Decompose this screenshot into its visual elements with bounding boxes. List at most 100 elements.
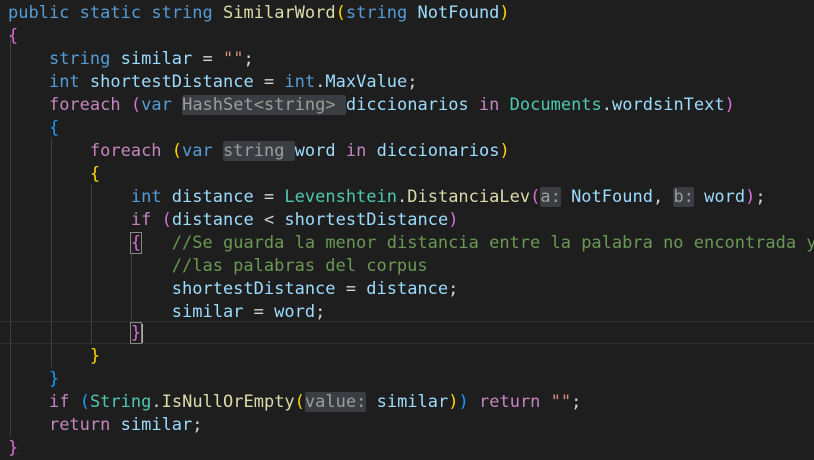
dot: . — [397, 187, 408, 207]
dot: . — [601, 95, 613, 115]
inlay-type-hint: string — [223, 141, 295, 161]
code-line-17[interactable]: } — [8, 368, 59, 391]
variable-name: similar — [120, 415, 193, 435]
code-line-2[interactable]: { — [8, 25, 18, 48]
operator: = — [335, 279, 367, 299]
keyword-in: in — [345, 141, 367, 161]
variable-name: word — [274, 302, 316, 322]
paren-close: ) — [448, 210, 459, 230]
comment: //Se guarda la menor distancia entre la … — [171, 233, 814, 253]
keyword-if: if — [48, 392, 70, 412]
type-keyword: string — [48, 49, 111, 69]
inlay-param-hint-a: a: — [540, 187, 561, 207]
keyword-string: string — [151, 3, 213, 23]
keyword-var: var — [182, 141, 213, 161]
string-literal: "" — [223, 49, 244, 69]
code-line-5[interactable]: foreach (var HashSet<string> diccionario… — [8, 94, 735, 117]
keyword-in: in — [478, 95, 500, 115]
member-name: wordsinText — [612, 95, 725, 115]
code-line-16[interactable]: } — [8, 345, 100, 368]
semicolon: ; — [243, 49, 254, 69]
keyword-foreach: foreach — [89, 141, 162, 161]
paren-close: ) — [745, 187, 756, 207]
code-line-9[interactable]: int distance = Levenshtein.DistanciaLev(… — [8, 186, 766, 209]
semicolon: ; — [448, 279, 459, 299]
variable-name: similar — [120, 49, 193, 69]
variable-name: word — [294, 141, 336, 161]
paren-open: ( — [79, 392, 90, 412]
brace-open: { — [89, 164, 101, 184]
paren-open: ( — [171, 141, 183, 161]
method-name: IsNullOrEmpty — [161, 392, 295, 412]
code-line-10[interactable]: if (distance < shortestDistance) — [8, 209, 459, 232]
code-line-7[interactable]: foreach (var string word in diccionarios… — [8, 140, 510, 163]
code-line-18[interactable]: if (String.IsNullOrEmpty(value: similar)… — [8, 391, 581, 414]
comment: //las palabras del corpus — [171, 256, 428, 276]
variable-name: distance — [171, 187, 254, 207]
brace-close: } — [48, 369, 60, 389]
operator: = — [253, 187, 285, 207]
dot: . — [315, 72, 326, 92]
paren-close: ) — [458, 392, 469, 412]
code-line-13[interactable]: shortestDistance = distance; — [8, 278, 459, 301]
paren-open: ( — [161, 210, 172, 230]
paren-open: ( — [335, 3, 346, 23]
brace-open: { — [8, 26, 19, 46]
variable-name: shortestDistance — [171, 279, 336, 299]
inlay-param-hint-b: b: — [673, 187, 694, 207]
brace-open: { — [48, 118, 60, 138]
code-line-14[interactable]: similar = word; — [8, 301, 326, 324]
comma: , — [652, 187, 674, 207]
keyword-foreach: foreach — [48, 95, 121, 115]
operator: = — [243, 302, 275, 322]
operator: = — [253, 72, 285, 92]
code-line-11[interactable]: { //Se guarda la menor distancia entre l… — [8, 232, 814, 255]
code-line-8[interactable]: { — [8, 163, 100, 186]
code-line-1[interactable]: public static string SimilarWord(string … — [8, 2, 510, 25]
code-line-12[interactable]: //las palabras del corpus — [8, 255, 428, 278]
paren-open: ( — [530, 187, 541, 207]
type-keyword: int — [130, 187, 162, 207]
class-name: Levenshtein — [284, 187, 397, 207]
keyword-return: return — [48, 415, 111, 435]
code-line-20[interactable]: } — [8, 437, 18, 460]
variable-name: distance — [171, 210, 254, 230]
variable-name: distance — [366, 279, 449, 299]
type-keyword: int — [284, 72, 316, 92]
member-name: MaxValue — [325, 72, 408, 92]
keyword-if: if — [130, 210, 152, 230]
argument: similar — [376, 392, 449, 412]
inlay-type-hint: HashSet<string> — [182, 95, 346, 115]
code-line-3[interactable]: string similar = ""; — [8, 48, 254, 71]
code-line-6[interactable]: { — [8, 117, 59, 140]
paren-close: ) — [499, 141, 510, 161]
method-name: SimilarWord — [223, 3, 336, 23]
semicolon: ; — [407, 72, 418, 92]
method-name: DistanciaLev — [407, 187, 531, 207]
param-name: NotFound — [417, 3, 500, 23]
paren-close: ) — [724, 95, 735, 115]
operator: < — [253, 210, 285, 230]
brace-close: } — [89, 346, 101, 366]
code-line-15[interactable]: } — [8, 322, 144, 345]
class-name: Documents — [509, 95, 602, 115]
paren-close: ) — [448, 392, 459, 412]
code-line-19[interactable]: return similar; — [8, 414, 203, 437]
semicolon: ; — [315, 302, 326, 322]
brace-close-matched: } — [129, 322, 143, 344]
keyword-var: var — [141, 95, 172, 115]
variable-name: shortestDistance — [89, 72, 254, 92]
code-editor[interactable]: public static string SimilarWord(string … — [0, 0, 814, 459]
variable-name: shortestDistance — [284, 210, 449, 230]
keyword-return: return — [479, 392, 541, 412]
variable-name: diccionarios — [345, 95, 469, 115]
paren-open: ( — [130, 95, 142, 115]
brace-open-matched: { — [129, 232, 143, 254]
code-line-4[interactable]: int shortestDistance = int.MaxValue; — [8, 71, 418, 94]
semicolon: ; — [755, 187, 766, 207]
paren-close: ) — [499, 3, 510, 23]
keyword-public: public — [8, 3, 70, 23]
variable-name: similar — [171, 302, 244, 322]
brace-close: } — [8, 438, 19, 458]
string-literal: "" — [550, 392, 572, 412]
